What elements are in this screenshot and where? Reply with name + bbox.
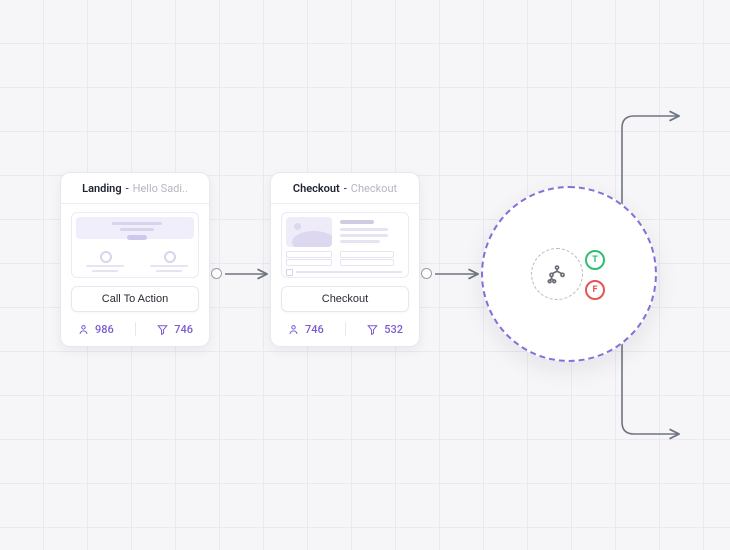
- cta-button[interactable]: Call To Action: [71, 286, 199, 312]
- stat-users-value: 986: [95, 323, 114, 336]
- node-title-prefix: Checkout: [293, 182, 340, 195]
- stat-filtered: 532: [366, 323, 403, 336]
- node-landing-header: Landing - Hello Sadi..: [61, 173, 209, 204]
- flow-canvas[interactable]: Landing - Hello Sadi.. Call To Action 98…: [0, 0, 730, 550]
- badge-true[interactable]: T: [585, 250, 605, 270]
- page-thumbnail: [71, 212, 199, 278]
- stat-filtered: 746: [156, 323, 193, 336]
- stat-divider: [345, 322, 346, 336]
- node-title-prefix: Landing: [82, 182, 121, 195]
- page-thumbnail: [281, 212, 409, 278]
- stat-filtered-value: 532: [384, 323, 403, 336]
- node-checkout[interactable]: Checkout - Checkout Checkout 746 532: [270, 172, 420, 347]
- port-out-landing[interactable]: [211, 268, 222, 279]
- funnel-icon: [156, 323, 169, 336]
- funnel-icon: [366, 323, 379, 336]
- cta-button[interactable]: Checkout: [281, 286, 409, 312]
- stat-users-value: 746: [305, 323, 324, 336]
- stat-users: 986: [77, 323, 114, 336]
- user-icon: [287, 323, 300, 336]
- node-title-suffix: Hello Sadi..: [133, 182, 188, 195]
- decision-inner-ring: [531, 248, 583, 300]
- node-checkout-header: Checkout - Checkout: [271, 173, 419, 204]
- stat-users: 746: [287, 323, 324, 336]
- stat-filtered-value: 746: [174, 323, 193, 336]
- node-title-suffix: Checkout: [351, 182, 397, 195]
- branch-icon: [546, 263, 568, 285]
- stat-divider: [135, 322, 136, 336]
- user-icon: [77, 323, 90, 336]
- node-decision[interactable]: T F: [481, 186, 657, 362]
- badge-false[interactable]: F: [585, 280, 605, 300]
- port-out-checkout[interactable]: [421, 268, 432, 279]
- node-landing[interactable]: Landing - Hello Sadi.. Call To Action 98…: [60, 172, 210, 347]
